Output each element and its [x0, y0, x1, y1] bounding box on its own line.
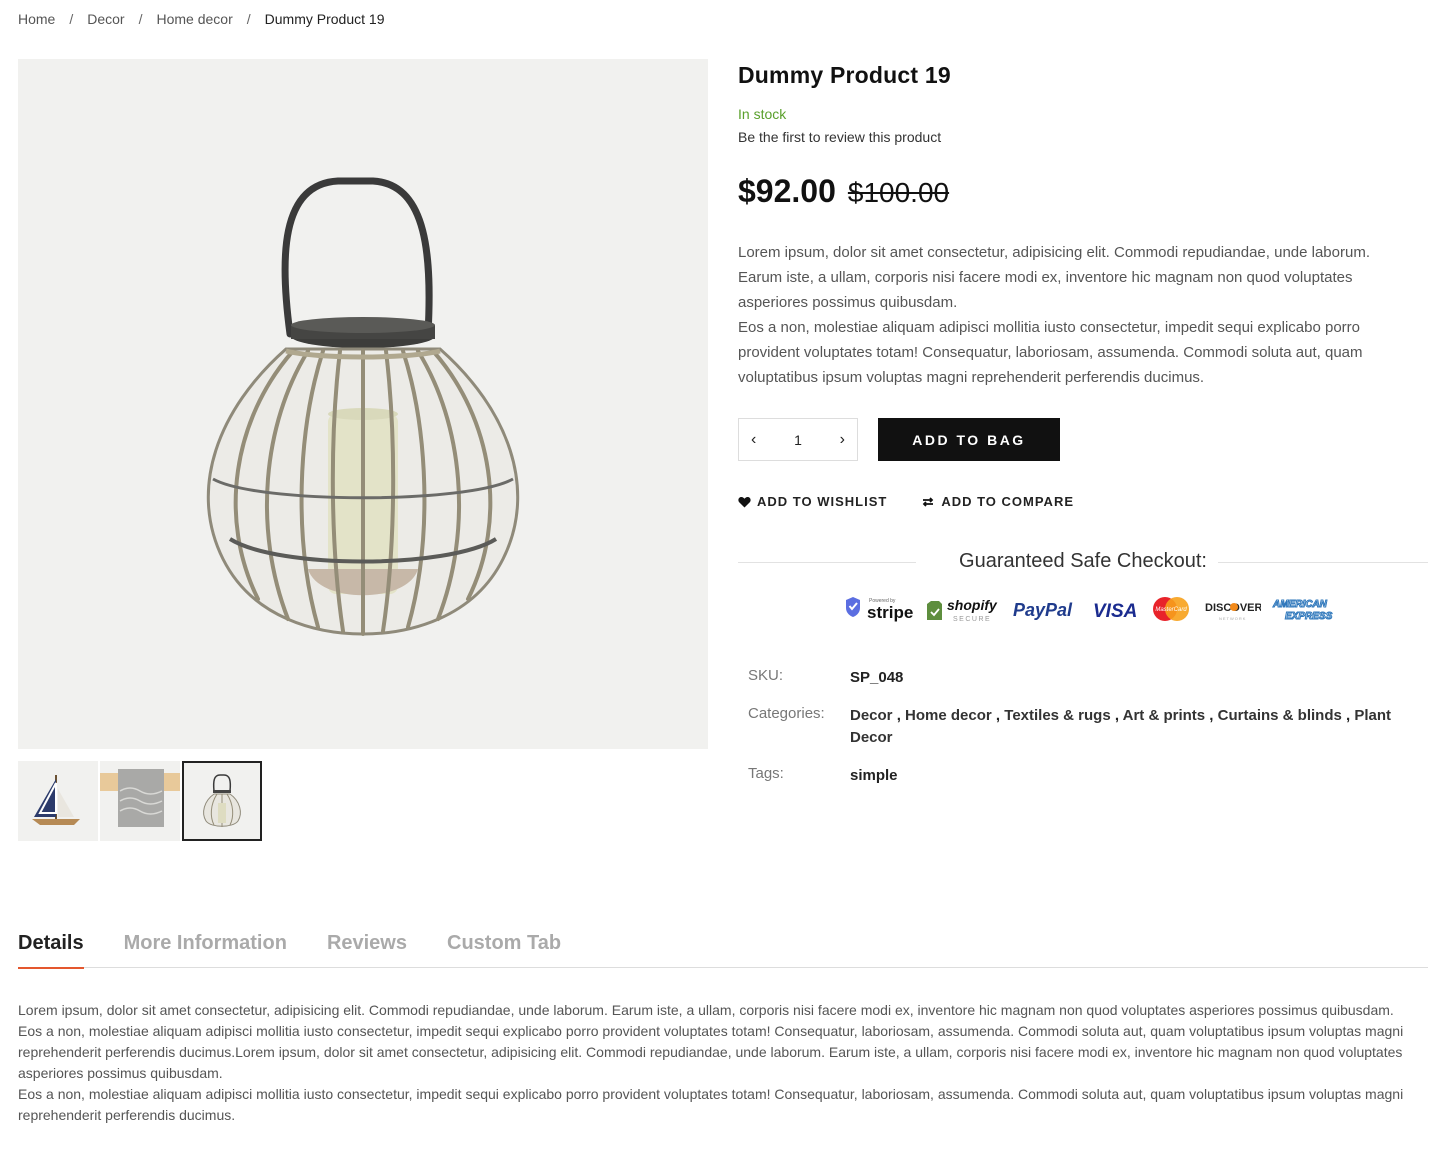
shopify-secure-badge: shopify SECURE	[927, 597, 998, 623]
table-runner-image	[100, 769, 180, 827]
tab-more-information[interactable]: More Information	[124, 932, 287, 968]
breadcrumb-home-decor[interactable]: Home decor	[157, 11, 233, 27]
breadcrumb-separator: /	[138, 11, 143, 27]
short-description: Lorem ipsum, dolor sit amet consectetur,…	[738, 240, 1418, 390]
details-content: Lorem ipsum, dolor sit amet consectetur,…	[18, 1000, 1418, 1126]
visa-badge: VISA	[1093, 601, 1137, 622]
sailboat-image	[32, 775, 80, 825]
breadcrumb-separator: /	[246, 11, 251, 27]
safe-checkout-heading: Guaranteed Safe Checkout:	[738, 548, 1428, 576]
breadcrumb-home[interactable]: Home	[18, 11, 55, 27]
svg-text:MasterCard: MasterCard	[1155, 607, 1187, 613]
add-to-wishlist-link[interactable]: ADD TO WISHLIST	[738, 494, 887, 509]
thumbnail-sailboat[interactable]	[18, 761, 98, 841]
category-link[interactable]: Art & prints	[1123, 707, 1206, 724]
description-paragraph: Eos a non, molestiae aliquam adipisci mo…	[738, 319, 1363, 386]
add-to-cart-row: ‹ › ADD TO BAG	[738, 418, 1060, 461]
compare-label: ADD TO COMPARE	[941, 494, 1075, 509]
add-to-compare-link[interactable]: ADD TO COMPARE	[921, 494, 1074, 509]
product-meta: SKU: SP_048 Categories: Decor , Home dec…	[748, 667, 1408, 803]
details-paragraph: Eos a non, molestiae aliquam adipisci mo…	[18, 1086, 1404, 1123]
tab-details[interactable]: Details	[18, 932, 84, 969]
breadcrumb: Home / Decor / Home decor / Dummy Produc…	[18, 11, 384, 27]
heart-icon	[738, 496, 751, 507]
qty-input[interactable]	[778, 431, 818, 448]
payment-badges: Powered by stripe shopify SECURE PayPal …	[843, 594, 1337, 624]
mastercard-badge: MasterCard	[1153, 597, 1189, 621]
svg-text:stripe: stripe	[867, 603, 913, 622]
svg-text:NETWORK: NETWORK	[1219, 616, 1246, 621]
product-info: Dummy Product 19 In stock Be the first t…	[738, 60, 1428, 390]
lantern-thumb-image	[203, 774, 241, 827]
sku-value: SP_048	[850, 669, 904, 686]
category-link[interactable]: Decor	[850, 707, 893, 724]
thumbnail-strip	[18, 761, 262, 841]
lantern-image	[206, 177, 520, 636]
first-review-link[interactable]: Be the first to review this product	[738, 129, 1428, 145]
product-main-image[interactable]	[18, 59, 708, 749]
amex-badge: AMERICAN EXPRESS	[1272, 599, 1334, 623]
svg-text:AMERICAN: AMERICAN	[1272, 599, 1328, 610]
category-link[interactable]: Textiles & rugs	[1004, 707, 1110, 724]
svg-text:EXPRESS: EXPRESS	[1285, 611, 1333, 622]
category-separator: ,	[1110, 707, 1123, 724]
svg-text:shopify: shopify	[947, 597, 998, 613]
categories-list: Decor , Home decor , Textiles & rugs , A…	[850, 705, 1408, 749]
details-paragraph: Lorem ipsum, dolor sit amet consectetur,…	[18, 1002, 1394, 1018]
discover-badge: DISCOVER NETWORK	[1205, 602, 1261, 621]
tab-custom[interactable]: Custom Tab	[447, 932, 561, 968]
product-tabs: Details More Information Reviews Custom …	[18, 932, 1428, 969]
qty-decrease-button[interactable]: ‹	[751, 431, 756, 449]
description-paragraph: Lorem ipsum, dolor sit amet consectetur,…	[738, 244, 1370, 311]
product-title: Dummy Product 19	[738, 62, 951, 88]
category-separator: ,	[1205, 707, 1218, 724]
categories-label: Categories:	[748, 705, 825, 722]
svg-text:SECURE: SECURE	[953, 616, 991, 623]
paypal-badge: PayPal	[1013, 600, 1073, 620]
wishlist-label: ADD TO WISHLIST	[757, 494, 888, 509]
categories-row: Categories: Decor , Home decor , Textile…	[748, 705, 1408, 749]
breadcrumb-current: Dummy Product 19	[264, 11, 385, 27]
thumbnail-table-runner[interactable]	[100, 761, 180, 841]
thumbnail-lantern[interactable]	[182, 761, 262, 841]
breadcrumb-decor[interactable]: Decor	[87, 11, 124, 27]
compare-icon	[923, 496, 934, 507]
sku-row: SKU: SP_048	[748, 667, 1408, 689]
tags-row: Tags: simple	[748, 765, 1408, 787]
secondary-actions: ADD TO WISHLIST ADD TO COMPARE	[738, 494, 1074, 509]
old-price: $100.00	[847, 177, 950, 208]
divider	[1218, 562, 1428, 563]
stock-status: In stock	[738, 106, 787, 122]
tag-link[interactable]: simple	[850, 765, 1408, 787]
breadcrumb-separator: /	[69, 11, 74, 27]
qty-increase-button[interactable]: ›	[840, 431, 845, 449]
sku-label: SKU:	[748, 667, 784, 684]
svg-text:PayPal: PayPal	[1013, 600, 1073, 620]
svg-text:VISA: VISA	[1093, 601, 1137, 622]
details-paragraph: Eos a non, molestiae aliquam adipisci mo…	[18, 1023, 1404, 1081]
tags-label: Tags:	[748, 765, 784, 782]
quantity-stepper: ‹ ›	[738, 418, 858, 461]
current-price: $92.00	[738, 173, 836, 209]
tab-reviews[interactable]: Reviews	[327, 932, 407, 968]
category-link[interactable]: Curtains & blinds	[1218, 707, 1342, 724]
stripe-badge: Powered by stripe	[846, 597, 913, 622]
add-to-bag-button[interactable]: ADD TO BAG	[878, 418, 1060, 461]
category-link[interactable]: Home decor	[905, 707, 992, 724]
category-separator: ,	[892, 707, 906, 724]
price-block: $92.00 $100.00	[738, 173, 1428, 210]
category-separator: ,	[991, 707, 1005, 724]
category-separator: ,	[1341, 707, 1355, 724]
